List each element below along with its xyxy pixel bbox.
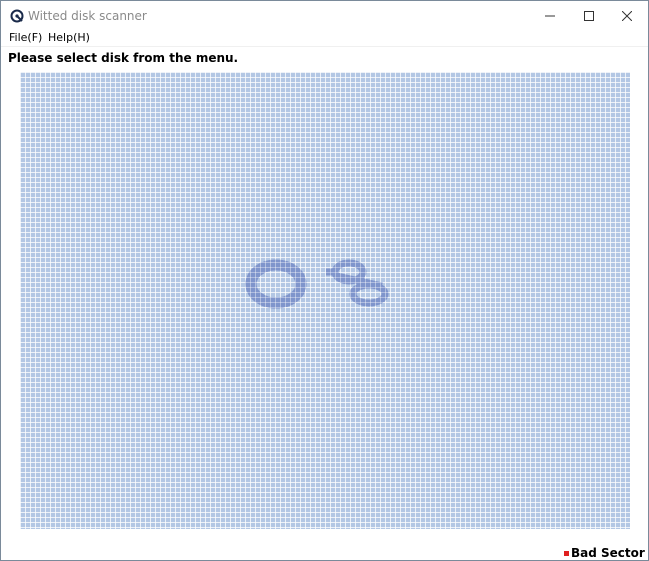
window-title: Witted disk scanner	[28, 9, 147, 23]
bad-sector-label: Bad Sector	[571, 546, 645, 560]
menu-help[interactable]: Help(H)	[48, 31, 90, 45]
disk-sector-map[interactable]	[20, 72, 630, 529]
close-icon	[622, 11, 632, 21]
title-bar[interactable]: Witted disk scanner	[1, 1, 648, 31]
maximize-icon	[584, 11, 594, 21]
maximize-button[interactable]	[569, 1, 609, 31]
logo-o-shape	[245, 259, 307, 309]
disk-map-logo	[245, 259, 389, 309]
menu-file[interactable]: File(F)	[9, 31, 42, 45]
app-window: Witted disk scanner File(F) Help(H) Plea…	[0, 0, 649, 561]
menu-bar: File(F) Help(H)	[1, 31, 648, 47]
app-icon	[10, 9, 24, 23]
minimize-button[interactable]	[530, 1, 570, 31]
bad-sector-swatch	[564, 550, 569, 556]
logo-ampersand-shape	[326, 259, 389, 307]
legend: Bad Sector	[564, 546, 645, 560]
status-message: Please select disk from the menu.	[8, 51, 239, 65]
menu-separator	[1, 46, 648, 47]
minimize-icon	[545, 15, 555, 17]
close-button[interactable]	[607, 1, 647, 31]
